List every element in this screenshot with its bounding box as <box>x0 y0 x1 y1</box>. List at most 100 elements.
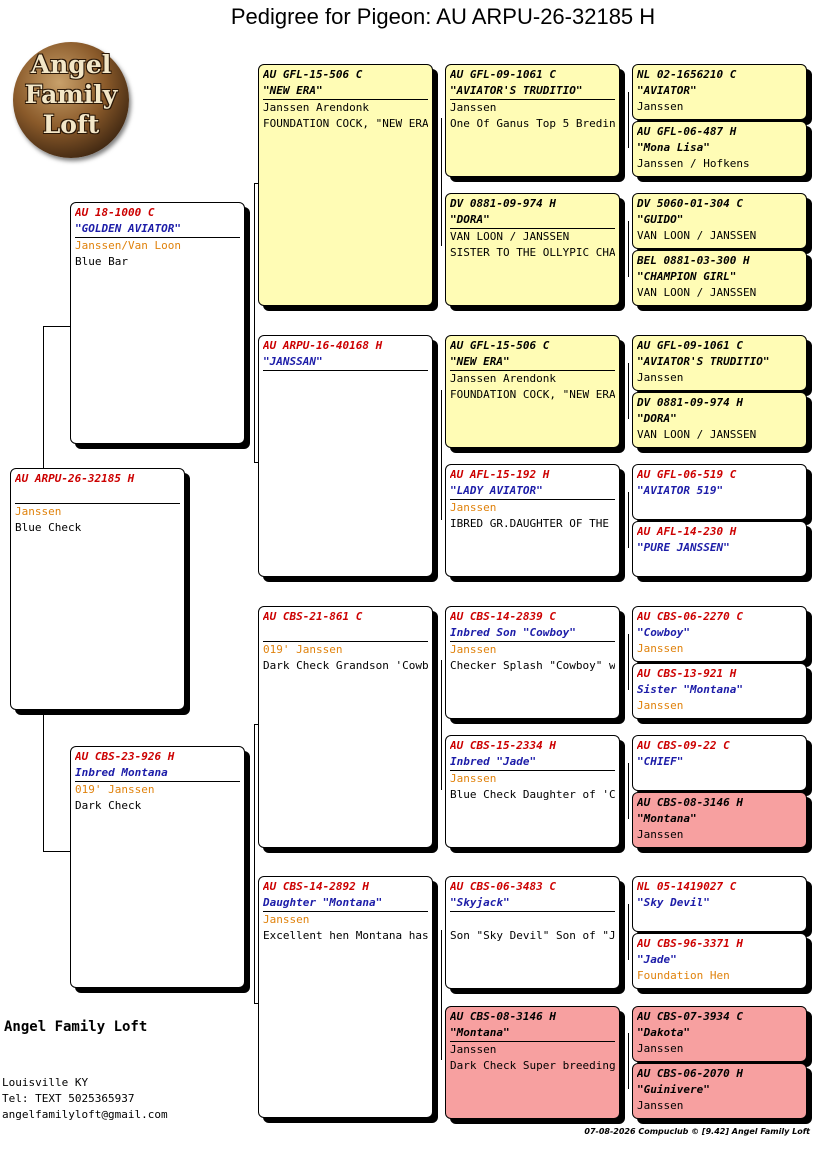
connector <box>628 92 629 148</box>
pigeon-name: "Montana" <box>450 1025 615 1042</box>
breeder: Janssen <box>637 1042 684 1055</box>
footer-credit: 07-08-2026 Compuclub © [9.42] Angel Fami… <box>584 1127 810 1136</box>
pigeon-card-dss[interactable]: AU CBS-14-2839 C Inbred Son "Cowboy" Jan… <box>445 606 620 719</box>
notes: Excellent hen Montana has been a super b… <box>263 929 428 942</box>
pigeon-card-ddd[interactable]: AU CBS-08-3146 H "Montana" Janssen Dark … <box>445 1006 620 1119</box>
pigeon-name: "NEW ERA" <box>263 83 428 100</box>
breeder: 019' Janssen <box>263 643 343 656</box>
breeder: Janssen <box>450 1043 497 1056</box>
pigeon-card-g8[interactable]: AU AFL-14-230 H "PURE JANSSEN" <box>632 521 807 577</box>
contact-phone: Tel: TEXT 5025365937 <box>2 1092 135 1105</box>
pigeon-card-g3[interactable]: DV 5060-01-304 C "GUIDO" VAN LOON / JANS… <box>632 193 807 249</box>
connector <box>628 492 629 548</box>
pigeon-card-ssd[interactable]: DV 0881-09-974 H "DORA" VAN LOON / JANSS… <box>445 193 620 306</box>
breeder: VAN LOON / JANSSEN <box>450 230 570 243</box>
ring-number: AU CBS-15-2334 H <box>450 739 556 752</box>
ring-number: AU CBS-14-2839 C <box>450 610 556 623</box>
notes: Dark Check <box>75 799 142 812</box>
pigeon-card-sds[interactable]: AU GFL-15-506 C "NEW ERA" Janssen Arendo… <box>445 335 620 448</box>
pigeon-card-dds[interactable]: AU CBS-06-3483 C "Skyjack" Son "Sky Devi… <box>445 876 620 989</box>
connector <box>254 183 255 463</box>
breeder: Janssen <box>637 371 684 384</box>
pigeon-card-g13[interactable]: NL 05-1419027 C "Sky Devil" <box>632 876 807 932</box>
breeder: Foundation Hen <box>637 969 730 982</box>
ring-number: AU GFL-09-1061 C <box>450 68 556 81</box>
pigeon-card-g10[interactable]: AU CBS-13-921 H Sister "Montana" Janssen <box>632 663 807 719</box>
pigeon-card-g14[interactable]: AU CBS-96-3371 H "Jade" Foundation Hen <box>632 933 807 989</box>
pigeon-card-g11[interactable]: AU CBS-09-22 C "CHIEF" <box>632 735 807 791</box>
logo-line-1: Angel <box>30 50 112 79</box>
pigeon-card-sd[interactable]: AU ARPU-16-40168 H "JANSSAN" <box>258 335 433 577</box>
breeder <box>450 912 615 928</box>
pigeon-card-g15[interactable]: AU CBS-07-3934 C "Dakota" Janssen <box>632 1006 807 1062</box>
loft-logo: Angel Family Loft <box>13 42 129 158</box>
pigeon-card-sss[interactable]: AU GFL-09-1061 C "AVIATOR'S TRUDITIO" Ja… <box>445 64 620 177</box>
contact-city: Louisville KY <box>2 1076 89 1089</box>
connector <box>441 118 442 246</box>
pigeon-card-g5[interactable]: AU GFL-09-1061 C "AVIATOR'S TRUDITIO" Ja… <box>632 335 807 391</box>
pigeon-card-g12[interactable]: AU CBS-08-3146 H "Montana" Janssen <box>632 792 807 848</box>
pigeon-card-subject[interactable]: AU ARPU-26-32185 H Janssen Blue Check <box>10 468 185 710</box>
breeder: Janssen <box>450 101 497 114</box>
logo-line-2: Family <box>24 80 118 109</box>
connector <box>628 1033 629 1089</box>
pigeon-name: "Dakota" <box>637 1026 690 1039</box>
breeder: Janssen <box>637 699 684 712</box>
pigeon-card-g2[interactable]: AU GFL-06-487 H "Mona Lisa" Janssen / Ho… <box>632 121 807 177</box>
pigeon-card-g7[interactable]: AU GFL-06-519 C "AVIATOR 519" <box>632 464 807 520</box>
notes: FOUNDATION COCK, "NEW ERA" ID <box>450 388 615 401</box>
breeder: Janssen Arendonk <box>263 101 369 114</box>
notes: Blue Check Daughter of 'Chief' and 'Mont… <box>450 788 615 801</box>
ring-number: AU CBS-23-926 H <box>75 750 175 763</box>
pigeon-card-dd[interactable]: AU CBS-14-2892 H Daughter "Montana" Jans… <box>258 876 433 1118</box>
contact-email: angelfamilyloft@gmail.com <box>2 1108 168 1121</box>
pigeon-name: "Skyjack" <box>450 895 615 912</box>
connector <box>628 904 629 960</box>
pigeon-card-sdd[interactable]: AU AFL-15-192 H "LADY AVIATOR" Janssen I… <box>445 464 620 577</box>
pigeon-name <box>15 487 180 504</box>
pigeon-name: "Cowboy" <box>637 626 690 639</box>
breeder: VAN LOON / JANSSEN <box>637 428 757 441</box>
breeder: Janssen <box>450 501 497 514</box>
pigeon-name: "AVIATOR 519" <box>637 484 724 497</box>
pigeon-name: "Jade" <box>637 953 677 966</box>
notes: Checker Splash "Cowboy" won 3rd National… <box>450 659 615 672</box>
ring-number: NL 05-1419027 C <box>637 880 737 893</box>
breeder: Janssen <box>263 913 310 926</box>
ring-number: AU CBS-08-3146 H <box>637 796 743 809</box>
ring-number: AU CBS-13-921 H <box>637 667 737 680</box>
pigeon-name: Inbred Son "Cowboy" <box>450 625 615 642</box>
pigeon-name: Inbred Montana <box>75 765 240 782</box>
loft-name: Angel Family Loft <box>4 1019 148 1035</box>
notes: SISTER TO THE OLLYPIC CHAMPION IN <box>450 246 615 259</box>
ring-number: AU GFL-15-506 C <box>263 68 363 81</box>
ring-number: AU CBS-07-3934 C <box>637 1010 743 1023</box>
ring-number: AU CBS-21-861 C <box>263 610 363 623</box>
ring-number: AU ARPU-16-40168 H <box>263 339 383 352</box>
pigeon-card-g1[interactable]: NL 02-1656210 C "AVIATOR" Janssen <box>632 64 807 120</box>
pigeon-card-dam[interactable]: AU CBS-23-926 H Inbred Montana 019' Jans… <box>70 746 245 988</box>
pigeon-name: "CHAMPION GIRL" <box>637 270 737 283</box>
connector <box>628 634 629 690</box>
pigeon-card-ss[interactable]: AU GFL-15-506 C "NEW ERA" Janssen Arendo… <box>258 64 433 306</box>
pigeon-card-dsd[interactable]: AU CBS-15-2334 H Inbred "Jade" Janssen B… <box>445 735 620 848</box>
pigeon-card-sire[interactable]: AU 18-1000 C "GOLDEN AVIATOR" Janssen/Va… <box>70 202 245 444</box>
breeder: Janssen <box>450 643 497 656</box>
pigeon-card-ds[interactable]: AU CBS-21-861 C 019' Janssen Dark Check … <box>258 606 433 848</box>
pigeon-card-g4[interactable]: BEL 0881-03-300 H "CHAMPION GIRL" VAN LO… <box>632 250 807 306</box>
notes: Son "Sky Devil" Son of "Jade" <box>450 929 615 942</box>
ring-number: AU GFL-06-487 H <box>637 125 737 138</box>
pigeon-name: Daughter "Montana" <box>263 895 428 912</box>
pigeon-card-g16[interactable]: AU CBS-06-2070 H "Guinivere" Janssen <box>632 1063 807 1119</box>
pigeon-card-g9[interactable]: AU CBS-06-2270 C "Cowboy" Janssen <box>632 606 807 662</box>
notes: One Of Ganus Top 5 Breding "Mona Lisa" <box>450 117 615 130</box>
breeder: Janssen <box>450 772 497 785</box>
ring-number: AU AFL-14-230 H <box>637 525 737 538</box>
ring-number: AU CBS-06-2070 H <box>637 1067 743 1080</box>
connector <box>441 390 442 520</box>
notes: Blue Bar <box>75 255 128 268</box>
pigeon-name: Inbred "Jade" <box>450 754 615 771</box>
pigeon-name: "PURE JANSSEN" <box>637 541 730 554</box>
pigeon-name: "LADY AVIATOR" <box>450 483 615 500</box>
pigeon-card-g6[interactable]: DV 0881-09-974 H "DORA" VAN LOON / JANSS… <box>632 392 807 448</box>
